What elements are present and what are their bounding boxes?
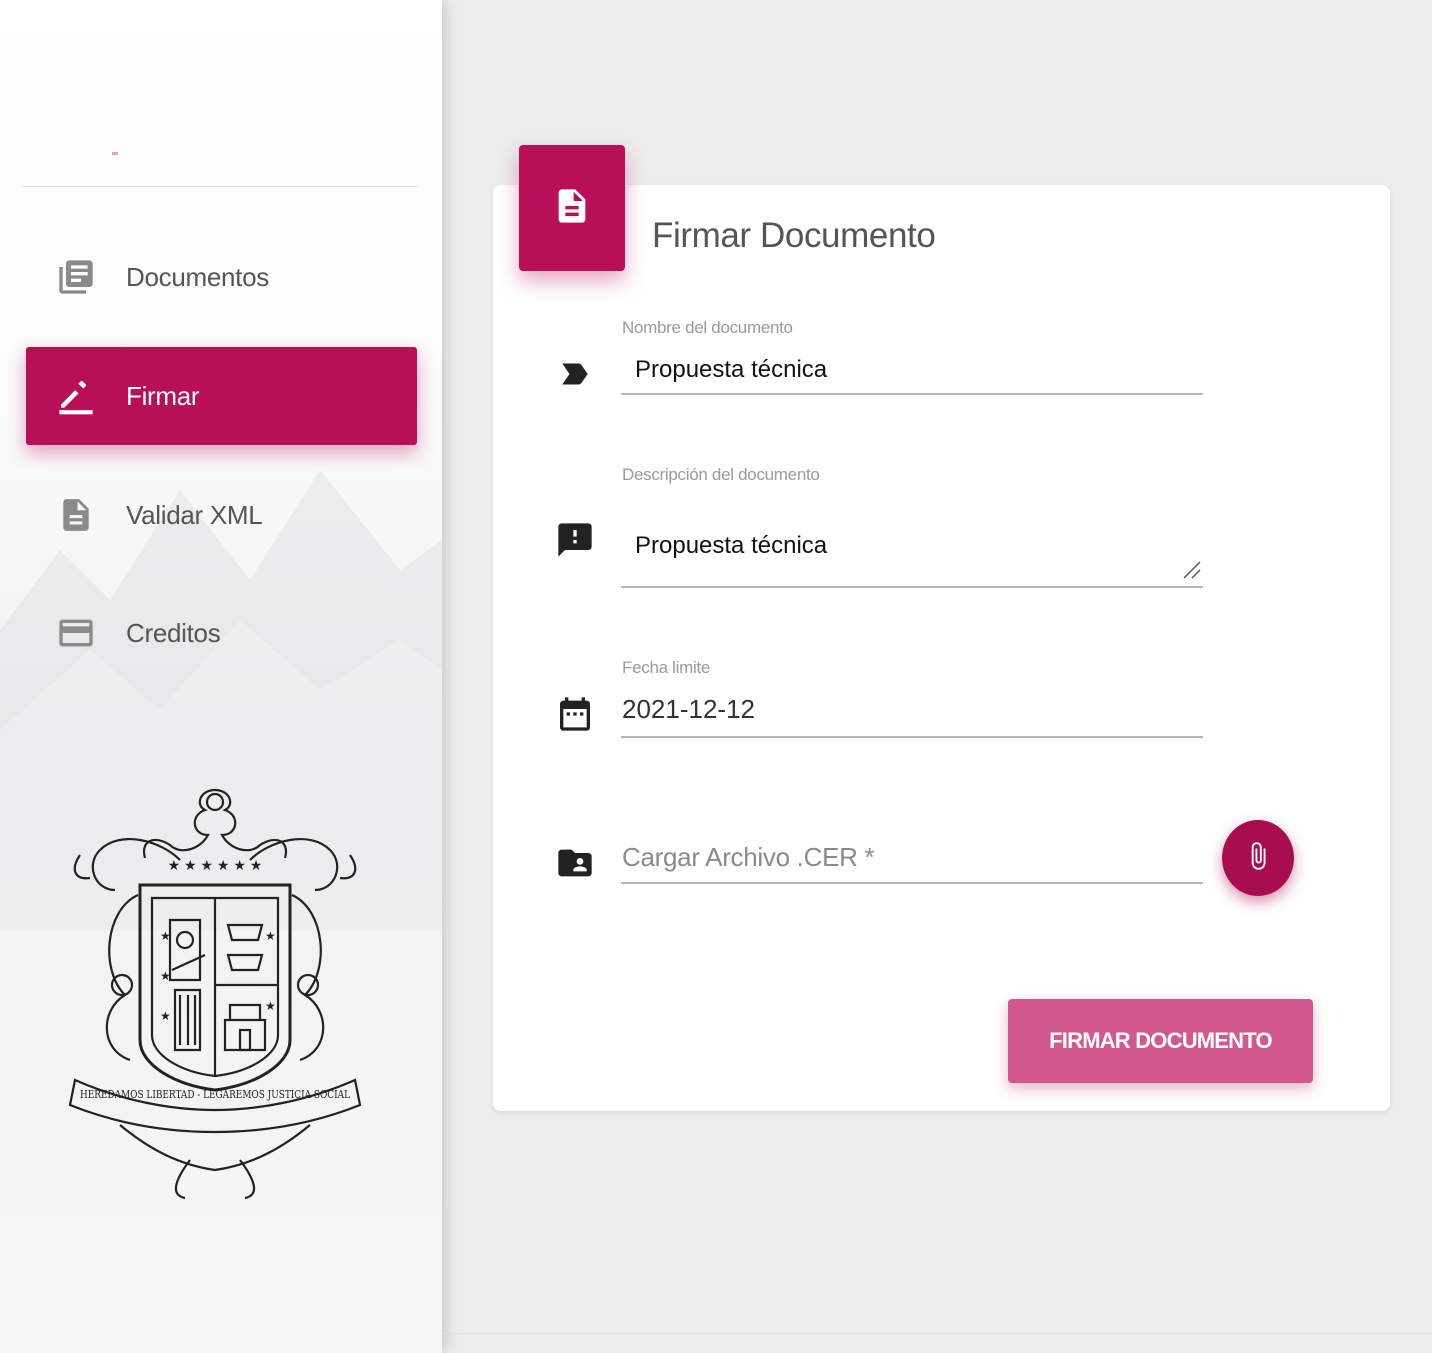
footer-divider [442, 1333, 1432, 1334]
svg-text:★: ★ [265, 929, 276, 943]
document-name-underline [621, 393, 1203, 395]
cer-file-underline [621, 882, 1203, 884]
document-description-underline [621, 586, 1203, 588]
svg-text:★ ★ ★ ★ ★ ★: ★ ★ ★ ★ ★ ★ [168, 857, 263, 873]
deadline-date-input[interactable]: 2021-12-12 [622, 694, 755, 725]
calendar-icon [555, 694, 595, 734]
edit-pencil-icon [56, 376, 96, 416]
sidebar-item-creditos[interactable]: Creditos [26, 584, 417, 682]
description-icon [552, 184, 592, 233]
document-name-input[interactable]: Propuesta técnica [635, 356, 827, 384]
credit-card-icon [56, 613, 96, 653]
svg-text:★: ★ [265, 999, 276, 1013]
library-books-icon [56, 257, 96, 297]
sidebar-item-label: Validar XML [126, 499, 263, 530]
document-description-label: Descripción del documento [622, 465, 820, 484]
sidebar-header [0, 0, 442, 18]
sidebar-item-label: Firmar [126, 380, 200, 411]
document-description-textarea[interactable]: Propuesta técnica [635, 532, 827, 560]
card-title: Firmar Documento [652, 216, 936, 255]
coat-of-arms-logo: ★ ★ ★ ★ ★ ★ ★ ★ ★ ★ ★ HEREDAMOS LIBERTAD… [68, 788, 362, 1200]
attach-file-button[interactable] [1222, 820, 1294, 896]
contact-folder-icon [555, 843, 595, 883]
deadline-underline [621, 736, 1203, 738]
sidebar-item-label: Creditos [126, 617, 221, 648]
document-name-label: Nombre del documento [622, 318, 793, 337]
card-header-icon-box [519, 145, 625, 271]
paperclip-icon [1243, 839, 1273, 878]
cer-file-input[interactable]: Cargar Archivo .CER * [622, 842, 875, 873]
svg-text:★: ★ [160, 1009, 171, 1023]
sign-document-button[interactable]: FIRMAR DOCUMENTO [1008, 999, 1313, 1083]
svg-text:HEREDAMOS LIBERTAD - LEGAREMOS: HEREDAMOS LIBERTAD - LEGAREMOS JUSTICIA … [80, 1088, 351, 1101]
textarea-resize-handle[interactable] [1180, 558, 1202, 580]
sidebar: Documentos Firmar Validar XML Creditos ★… [0, 0, 442, 1353]
logo-fragment [112, 152, 118, 155]
sidebar-divider [22, 186, 418, 187]
description-icon [56, 495, 96, 535]
deadline-label: Fecha limite [622, 658, 711, 677]
sidebar-item-validar-xml[interactable]: Validar XML [26, 466, 417, 564]
feedback-icon [555, 520, 595, 560]
svg-text:★: ★ [160, 929, 171, 943]
sidebar-item-documentos[interactable]: Documentos [26, 228, 417, 326]
sidebar-item-label: Documentos [126, 261, 269, 292]
sidebar-item-firmar[interactable]: Firmar [26, 347, 417, 445]
label-icon [555, 354, 595, 394]
svg-text:★: ★ [160, 969, 171, 983]
